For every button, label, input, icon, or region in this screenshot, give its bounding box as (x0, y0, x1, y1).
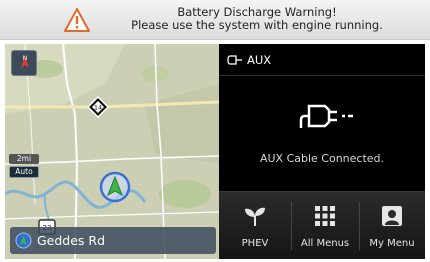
my-menu-label: My Menu (369, 238, 415, 249)
aux-connection-status: AUX Cable Connected. (259, 152, 385, 165)
head-unit-screen: N 14 2mi Auto 23 Geddes Rd (5, 44, 425, 259)
navigation-map[interactable]: N 14 2mi Auto 23 Geddes Rd (5, 44, 219, 259)
auto-zoom-label: Auto (9, 166, 39, 178)
highway-shield-icon: 14 (87, 96, 109, 118)
street-name: Geddes Rd (37, 233, 106, 248)
aux-cable-icon (299, 104, 353, 128)
compass-button[interactable]: N (11, 50, 37, 76)
current-street-bar[interactable]: Geddes Rd (10, 227, 216, 254)
phev-label: PHEV (241, 238, 269, 249)
scale-value: 2mi (9, 154, 39, 164)
aux-media-panel[interactable]: AUX AUX Cable Connected. (219, 44, 425, 191)
navigation-arrow-icon (15, 232, 32, 249)
phev-button[interactable]: PHEV (219, 192, 291, 259)
all-menus-button[interactable]: All Menus (291, 192, 359, 259)
battery-warning-bar: Battery Discharge Warning! Please use th… (0, 0, 430, 40)
all-menus-label: All Menus (300, 238, 350, 249)
aux-source-title: AUX (247, 53, 272, 67)
warning-detail: Please use the system with engine runnin… (131, 18, 383, 32)
map-scale[interactable]: 2mi Auto (9, 154, 39, 178)
compass-north-label: N (23, 55, 28, 62)
warning-message: Battery Discharge Warning! Please use th… (92, 6, 422, 32)
person-card-icon (382, 206, 402, 226)
aux-plug-icon (227, 55, 242, 65)
grid-icon (315, 206, 335, 226)
highway-shield-number: 14 (94, 104, 102, 112)
warning-triangle-icon (64, 8, 90, 32)
vehicle-position-icon (99, 171, 131, 203)
compass-icon: N (21, 55, 29, 68)
my-menu-button[interactable]: My Menu (359, 192, 425, 259)
aux-divider (219, 75, 425, 76)
plant-sprout-icon (245, 207, 265, 226)
bottom-menu-bar: PHEV All Menus My Menu (219, 191, 425, 259)
